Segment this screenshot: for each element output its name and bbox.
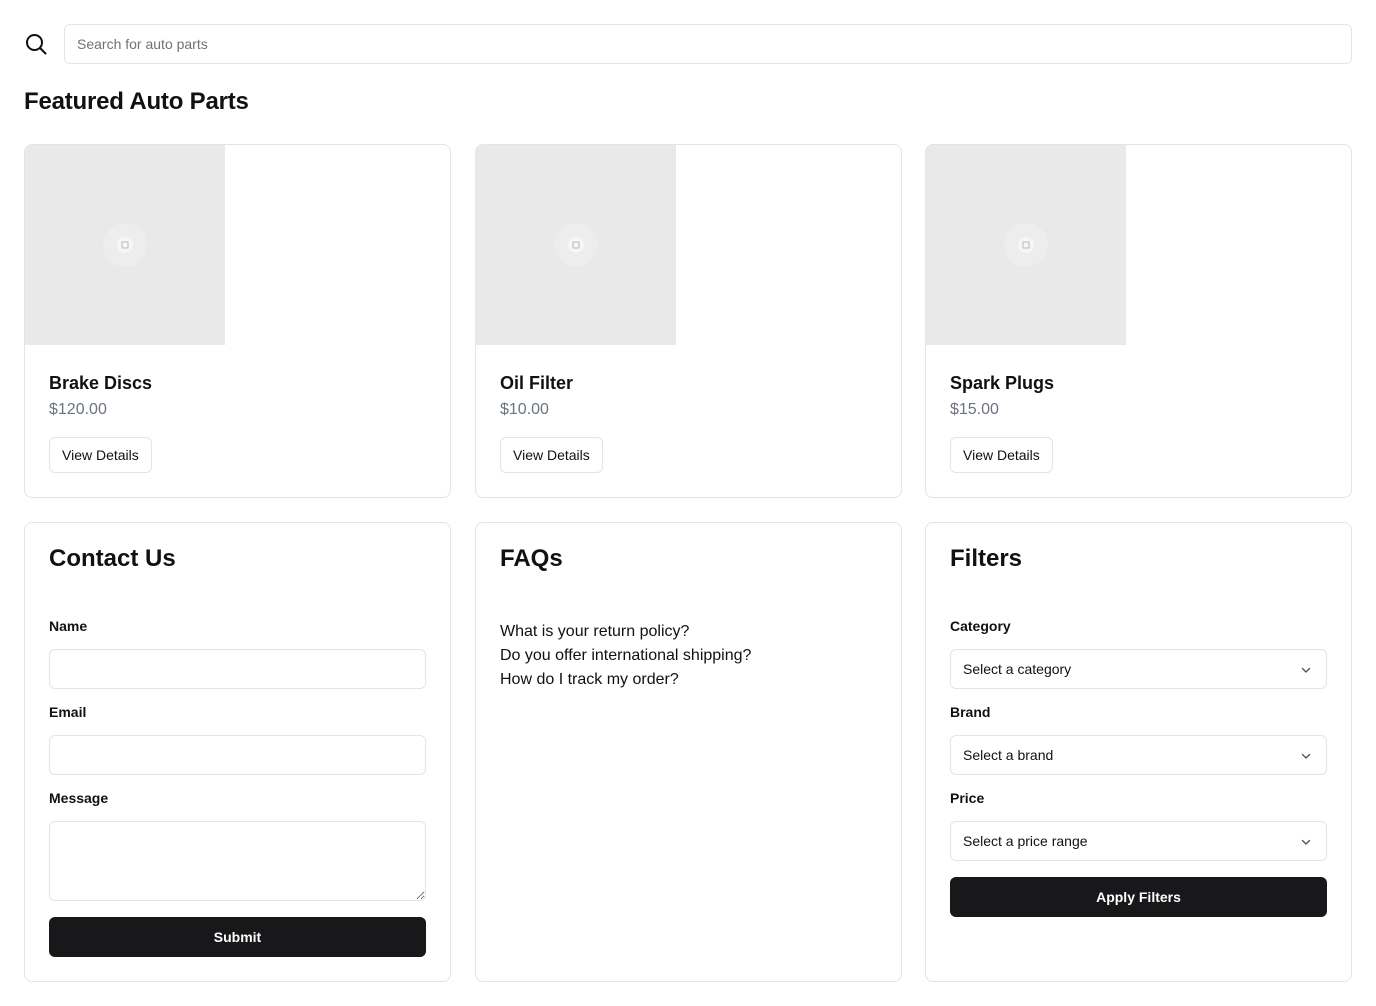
contact-panel: Contact Us Name Email Message Submit [24, 522, 451, 982]
view-details-button[interactable]: View Details [950, 437, 1053, 473]
faq-panel: FAQs What is your return policy? Do you … [475, 522, 902, 982]
product-card: Oil Filter $10.00 View Details [475, 144, 902, 498]
product-name: Brake Discs [49, 373, 153, 393]
message-label: Message [49, 790, 109, 806]
apply-filters-button[interactable]: Apply Filters [950, 877, 1327, 917]
email-field[interactable] [49, 735, 426, 775]
product-price: $120.00 [49, 401, 107, 418]
product-name: Spark Plugs [950, 373, 1055, 393]
price-select-value: Select a price range [963, 833, 1088, 849]
faq-list: What is your return policy? Do you offer… [500, 620, 751, 692]
name-label: Name [49, 618, 88, 634]
brand-select-value: Select a brand [963, 747, 1054, 763]
filters-panel: Filters Category Select a category Brand… [925, 522, 1352, 982]
view-details-button[interactable]: View Details [500, 437, 603, 473]
brand-label: Brand [950, 704, 991, 720]
brand-select[interactable]: Select a brand [950, 735, 1327, 775]
filters-title: Filters [950, 545, 1023, 572]
contact-title: Contact Us [49, 545, 176, 572]
category-select-value: Select a category [963, 661, 1072, 677]
faq-item[interactable]: Do you offer international shipping? [500, 644, 751, 668]
name-field[interactable] [49, 649, 426, 689]
product-image [926, 145, 1126, 345]
submit-button[interactable]: Submit [49, 917, 426, 957]
search-bar [24, 24, 1352, 64]
product-card: Spark Plugs $15.00 View Details [925, 144, 1352, 498]
image-placeholder-icon [103, 223, 147, 267]
product-price: $15.00 [950, 401, 999, 418]
category-select[interactable]: Select a category [950, 649, 1327, 689]
price-label: Price [950, 790, 985, 806]
email-label: Email [49, 704, 87, 720]
chevron-down-icon [1301, 839, 1311, 845]
featured-title: Featured Auto Parts [24, 88, 249, 115]
message-field[interactable] [49, 821, 426, 901]
chevron-down-icon [1301, 667, 1311, 673]
faq-item[interactable]: What is your return policy? [500, 620, 751, 644]
product-image [25, 145, 225, 345]
search-icon[interactable] [24, 32, 48, 56]
price-select[interactable]: Select a price range [950, 821, 1327, 861]
image-placeholder-icon [554, 223, 598, 267]
search-input[interactable] [64, 24, 1352, 64]
product-name: Oil Filter [500, 373, 574, 393]
image-placeholder-icon [1004, 223, 1048, 267]
product-card: Brake Discs $120.00 View Details [24, 144, 451, 498]
category-label: Category [950, 618, 1011, 634]
view-details-button[interactable]: View Details [49, 437, 152, 473]
chevron-down-icon [1301, 753, 1311, 759]
product-price: $10.00 [500, 401, 549, 418]
faq-title: FAQs [500, 545, 563, 572]
product-image [476, 145, 676, 345]
faq-item[interactable]: How do I track my order? [500, 668, 751, 692]
